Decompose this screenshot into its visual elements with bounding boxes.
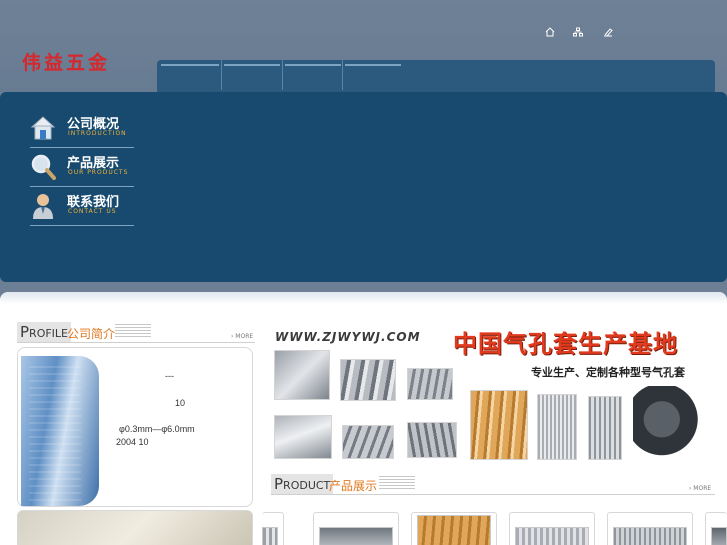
decorative-lines	[379, 476, 415, 490]
header: 伟益五金	[0, 0, 727, 92]
nav-tab-3[interactable]	[285, 64, 341, 66]
profile-section-header: PROFILE 公司简介 › MORE	[17, 322, 255, 344]
profile-box: --- 10 φ0.3mm—φ6.0mm 2004 10	[17, 347, 253, 507]
banner[interactable]: WWW.ZJWYWJ.COM 中国气孔套生产基地 专业生产、定制各种型号气孔套	[271, 316, 715, 466]
site-logo[interactable]: 伟益五金	[22, 48, 110, 75]
product-thumbnail[interactable]	[411, 512, 497, 545]
product-photo	[274, 415, 332, 459]
profile-en-label: PROFILE	[17, 322, 71, 342]
decorative-lines	[115, 324, 151, 338]
product-thumbnail[interactable]	[705, 512, 727, 545]
product-photo	[470, 390, 528, 460]
product-photo	[407, 368, 453, 400]
office-tower-image	[21, 356, 99, 506]
product-photo	[342, 425, 394, 459]
product-cn-label: 产品展示	[329, 479, 378, 493]
banner-title: 中国气孔套生产基地	[453, 330, 678, 358]
product-photo	[274, 350, 330, 400]
product-photo	[588, 396, 622, 460]
nav-separator	[282, 60, 283, 90]
nav-separator	[221, 60, 222, 90]
section-underline	[17, 342, 255, 343]
product-thumbnail[interactable]	[262, 512, 284, 545]
menu-subtitle: OUR PRODUCTS	[68, 169, 129, 176]
product-more-link[interactable]: › MORE	[689, 485, 711, 492]
product-thumbnail[interactable]	[607, 512, 693, 545]
nav-separator	[342, 60, 343, 90]
profile-line: 2004 10	[116, 437, 149, 447]
banner-subtitle: 专业生产、定制各种型号气孔套	[531, 366, 685, 379]
nav-tab-4[interactable]	[345, 64, 401, 66]
product-photo	[633, 386, 705, 460]
content-area: PROFILE 公司简介 › MORE --- 10 φ0.3mm—φ6.0mm…	[0, 292, 727, 545]
product-thumbnail[interactable]	[509, 512, 595, 545]
person-icon	[30, 192, 56, 219]
menu-subtitle: INTRODUCTION	[68, 130, 127, 137]
feature-band: 公司概况 INTRODUCTION 产品展示 OUR PRODUCTS 联系我们…	[0, 92, 727, 282]
profile-line: ---	[165, 371, 174, 381]
product-section-header: PRODUCT 产品展示 › MORE	[271, 474, 715, 496]
content-top-gradient	[0, 292, 727, 304]
sitemap-icon[interactable]	[573, 27, 583, 37]
menu-item-products[interactable]: 产品展示 OUR PRODUCTS	[30, 149, 134, 187]
bookmark-icon[interactable]	[603, 27, 613, 37]
profile-cn-label: 公司简介	[67, 327, 116, 341]
nav-tab-1[interactable]	[161, 64, 219, 66]
menu-subtitle: CONTACT US	[68, 208, 117, 215]
product-photo	[340, 359, 396, 401]
product-photo	[407, 422, 457, 458]
banner-url: WWW.ZJWYWJ.COM	[275, 330, 421, 344]
home-icon[interactable]	[545, 27, 555, 37]
menu-item-contact[interactable]: 联系我们 CONTACT US	[30, 188, 134, 226]
profile-line: 10	[175, 398, 186, 408]
house-icon	[30, 114, 56, 140]
top-nav-bar	[157, 60, 715, 92]
nav-tab-2[interactable]	[224, 64, 280, 66]
magnifier-icon	[30, 153, 56, 180]
menu-item-introduction[interactable]: 公司概况 INTRODUCTION	[30, 110, 134, 148]
section-underline	[271, 494, 715, 495]
profile-line: φ0.3mm—φ6.0mm	[119, 424, 195, 434]
product-en-label: PRODUCT	[271, 474, 334, 494]
interior-photo	[17, 510, 253, 545]
product-thumbnail[interactable]	[313, 512, 399, 545]
product-photo	[537, 394, 577, 460]
profile-more-link[interactable]: › MORE	[231, 333, 253, 340]
